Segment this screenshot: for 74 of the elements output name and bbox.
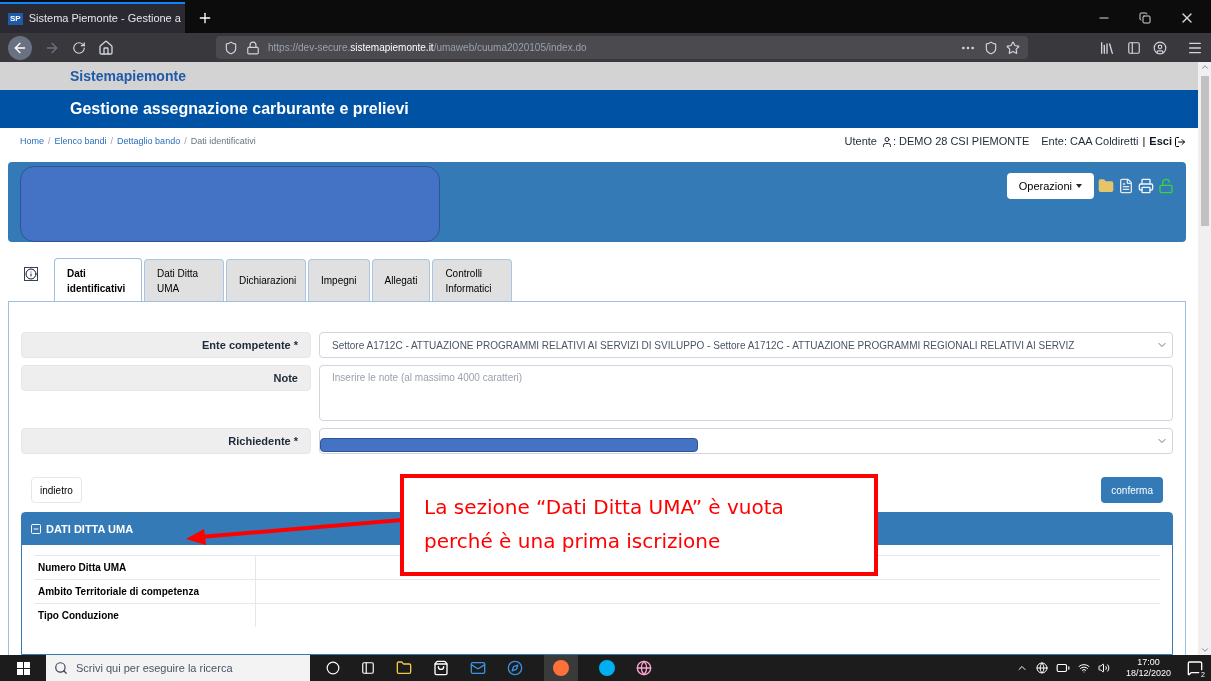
user-icon xyxy=(880,135,893,148)
sidebar-icon[interactable] xyxy=(1127,40,1141,55)
windows-logo-icon[interactable] xyxy=(16,661,30,675)
site-favicon: SP xyxy=(8,12,23,25)
select-field[interactable]: Settore A1712C - ATTUAZIONE PROGRAMMI RELATIVI AI SERVIZI DI SVILUPPO - Settore A1712C - ATTUAZIONE PROGRAMMI REGIONALI RELATIVI AI SERVIZ xyxy=(319,332,1173,358)
volume-icon[interactable] xyxy=(1097,662,1110,674)
breadcrumb-separator: / xyxy=(48,134,51,148)
search-icon xyxy=(54,661,68,675)
section-title: DATI DITTA UMA xyxy=(46,521,134,537)
back-button[interactable] xyxy=(8,35,32,60)
caret-icon xyxy=(1076,184,1082,188)
clock[interactable]: 17:00 18/12/2020 xyxy=(1125,657,1171,679)
breadcrumb-link[interactable]: Elenco bandi xyxy=(54,134,107,149)
breadcrumb-current: Dati identificativi xyxy=(190,134,256,148)
field-label: Note xyxy=(21,365,311,391)
info-icon xyxy=(24,267,38,281)
shield-icon xyxy=(224,40,238,55)
folder-icon[interactable] xyxy=(396,660,412,676)
tab[interactable]: Dati Ditta UMA xyxy=(144,259,224,301)
user-label: Utente xyxy=(844,134,877,150)
logout-icon xyxy=(1174,135,1186,148)
battery-icon[interactable] xyxy=(1055,661,1070,675)
breadcrumb-link[interactable]: Dettaglio bando xyxy=(117,134,181,149)
mail-icon[interactable] xyxy=(470,660,486,676)
logout-link[interactable]: Esci xyxy=(1149,133,1172,150)
tab[interactable]: Allegati xyxy=(371,259,431,301)
user-name: : DEMO 28 CSI PIEMONTE xyxy=(892,134,1030,150)
collapse-icon[interactable] xyxy=(30,523,42,535)
row-label: Numero Ditta UMA xyxy=(34,556,256,579)
callout-text: La sezione “Dati Ditta UMA” è vuota perché è una prima iscrizione xyxy=(424,495,784,553)
notifications-icon[interactable] xyxy=(1187,660,1203,676)
compass-icon[interactable] xyxy=(507,660,523,676)
tab[interactable]: Dichiarazioni xyxy=(226,259,306,301)
breadcrumb-link[interactable]: Home xyxy=(20,134,44,149)
restore-icon[interactable] xyxy=(1139,11,1151,24)
back-button[interactable]: indietro xyxy=(31,477,82,503)
address-bar[interactable]: https://dev-secure.sistemapiemonte.it/umaweb/cuuma2020105/index.do xyxy=(216,36,1028,59)
document-icon[interactable] xyxy=(1118,178,1134,194)
operations-button[interactable]: Operazioni xyxy=(1006,173,1094,199)
row-label: Tipo Conduzione xyxy=(34,604,256,627)
ente-label: Ente: CAA Coldiretti xyxy=(1041,134,1139,150)
network-globe-icon[interactable] xyxy=(1035,662,1048,674)
breadcrumb-separator: / xyxy=(184,134,187,148)
tab[interactable]: Controlli Informatici xyxy=(432,259,513,301)
account-icon[interactable] xyxy=(1153,40,1167,55)
wifi-icon[interactable] xyxy=(1077,662,1090,674)
site-title: Gestione assegnazione carburante e prelievi xyxy=(70,99,409,119)
note-textarea[interactable]: Inserire le note (al massimo 4000 caratteri) xyxy=(319,365,1173,421)
scrollbar-thumb[interactable] xyxy=(1200,76,1209,226)
field-label: Ente competente * xyxy=(21,332,311,358)
reload-icon[interactable] xyxy=(72,40,86,55)
task-view-icon[interactable] xyxy=(361,661,375,675)
tab[interactable]: Impegni xyxy=(308,259,370,301)
library-icon[interactable] xyxy=(1099,39,1115,56)
browser-tab[interactable]: SP Sistema Piemonte - Gestione a xyxy=(0,2,185,33)
confirm-button[interactable]: conferma xyxy=(1101,477,1163,503)
lock-icon xyxy=(246,40,260,55)
home-icon[interactable] xyxy=(98,39,114,56)
tab[interactable]: Dati identificativi xyxy=(54,258,142,302)
field-label: Richiedente * xyxy=(21,428,311,454)
scrollbar[interactable] xyxy=(1198,62,1211,655)
brand-name: Sistemapiemonte xyxy=(70,66,186,86)
url-text: https://dev-secure.sistemapiemonte.it/umaweb/cuuma2020105/index.do xyxy=(268,41,588,55)
taskbar-search-field[interactable]: Scrivi qui per eseguire la ricerca xyxy=(46,655,310,681)
breadcrumb-separator: / xyxy=(110,134,114,148)
star-icon[interactable] xyxy=(1006,40,1020,55)
row-label: Ambito Territoriale di competenza xyxy=(34,580,256,603)
tab-title: Sistema Piemonte - Gestione a xyxy=(28,11,181,27)
separator: | xyxy=(1142,134,1146,150)
cortana-icon[interactable] xyxy=(326,661,340,675)
printer-icon[interactable] xyxy=(1138,178,1154,194)
select-field[interactable] xyxy=(319,428,1173,454)
search-placeholder: Scrivi qui per eseguire la ricerca xyxy=(76,660,233,676)
store-icon[interactable] xyxy=(433,660,449,676)
